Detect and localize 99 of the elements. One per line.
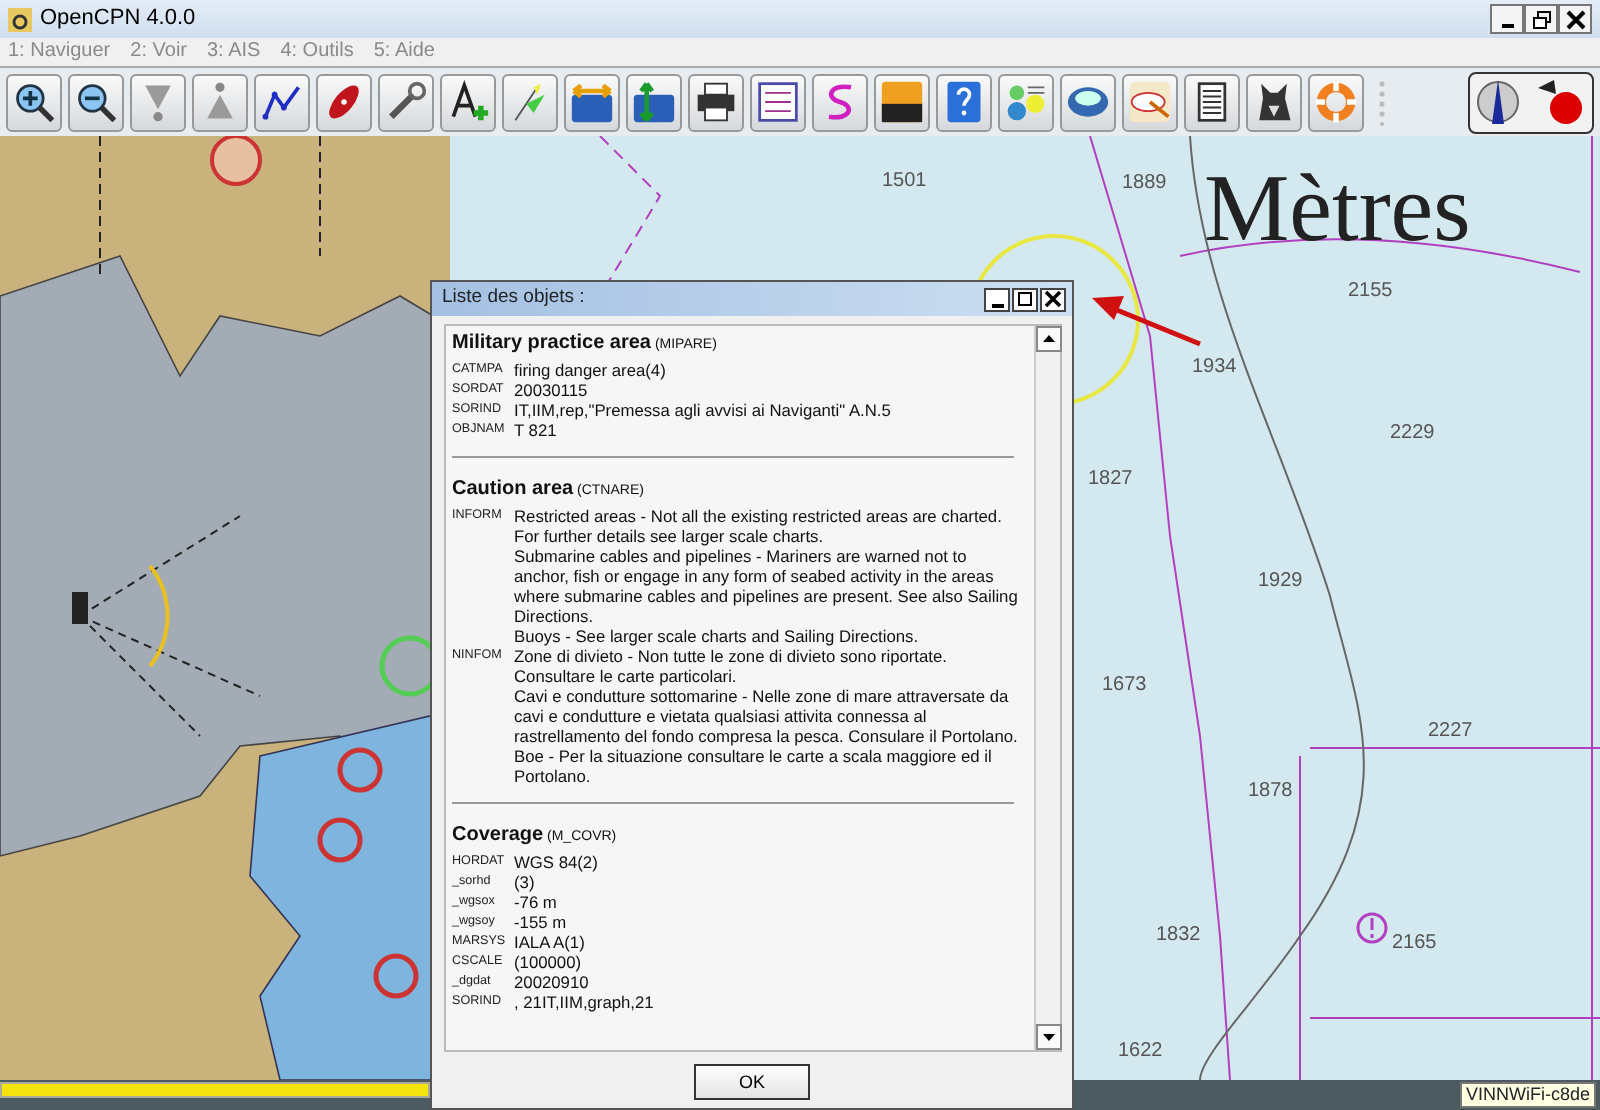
zoom-in-button[interactable] <box>6 73 62 131</box>
depth-sounding: 2229 <box>1390 422 1435 444</box>
buoy-mark <box>337 747 383 793</box>
checklist-icon <box>756 80 800 124</box>
help-button[interactable] <box>936 73 992 131</box>
depth-sounding: 1622 <box>1118 1040 1163 1062</box>
menu-item[interactable]: 4: Outils <box>280 40 354 64</box>
attribute-value: WGS 84(2) <box>514 852 600 872</box>
attribute-value: Submarine cables and pipelines - Mariners are warned not to anchor, fish or engage in any form of seabed activity in the areas where submarine cables and pipelines are present. See also Sailing Directions. <box>514 546 1020 626</box>
depth-sounding: 1827 <box>1088 468 1133 490</box>
close-button[interactable] <box>1558 4 1592 34</box>
depth-sounding: 2165 <box>1392 932 1437 954</box>
horizontal-arrows-icon <box>570 80 614 124</box>
dialog-title: Liste des objets : <box>442 284 585 313</box>
attribute-value: For further details see larger scale charts. <box>514 526 826 546</box>
attribute-value: Boe - Per la situazione consultare le carte a scala maggiore ed il Portolano. <box>514 746 994 786</box>
dials-icon <box>1004 80 1048 124</box>
horizontal-button[interactable] <box>564 73 620 131</box>
help-icon <box>942 80 986 124</box>
compass-icon <box>1476 76 1521 128</box>
maximize-icon <box>1016 290 1034 308</box>
gps-status-icon <box>1533 76 1586 128</box>
color-button[interactable] <box>874 73 930 131</box>
attribute-value: -155 m <box>514 912 569 932</box>
grip-icon <box>1376 78 1388 126</box>
attribute-value: T 821 <box>514 420 559 440</box>
dashboard-button[interactable] <box>1246 73 1302 131</box>
light-sector-arc <box>148 564 170 668</box>
attribute-value: Cavi e condutture sottomarine - Nelle zone di mare attraversate da cavi e condutture e vietata qualsiasi attivita connessa al rastrellamento del fondo compresa la pesca. Consulare il Portolano. <box>514 686 1020 746</box>
attribute-value: Restricted areas - Not all the existing restricted areas are charted. <box>514 506 1004 526</box>
minimize-icon <box>991 303 1003 307</box>
ok-button[interactable]: OK <box>694 1064 810 1100</box>
printer-icon <box>694 80 738 124</box>
restore-icon <box>1531 9 1551 29</box>
buoy-mark <box>373 953 419 999</box>
buoy-mark <box>317 817 363 863</box>
pointer-arrow <box>1092 296 1201 347</box>
track-button[interactable] <box>812 73 868 131</box>
magnifier-minus-icon <box>74 80 118 124</box>
vertical-arrows-icon <box>632 80 676 124</box>
text-plus-icon <box>446 80 490 124</box>
minimize-button[interactable] <box>984 287 1010 311</box>
minimize-button[interactable] <box>1490 4 1524 34</box>
attribute-value: IALA A(1) <box>514 932 587 952</box>
depth-sounding: 1878 <box>1248 780 1293 802</box>
attribute-value: IT,IIM,rep,"Premessa agli avvisi ai Naviganti" A.N.5 <box>514 400 893 420</box>
depth-sounding: 1832 <box>1156 924 1201 946</box>
list-button[interactable] <box>750 73 806 131</box>
log-button[interactable] <box>1184 73 1240 131</box>
attribute-value: Buoys - See larger scale charts and Sailing Directions. <box>514 626 921 646</box>
lifeboat-icon <box>1128 80 1172 124</box>
settings-button[interactable] <box>378 73 434 131</box>
app-icon <box>8 7 32 31</box>
depth-sounding: 2155 <box>1348 280 1393 302</box>
add-text-button[interactable] <box>440 73 496 131</box>
charts-button[interactable] <box>1060 73 1116 131</box>
depth-sounding: 1889 <box>1122 172 1167 194</box>
options-button[interactable] <box>998 73 1054 131</box>
tooltip: VINNWiFi-c8de <box>1459 1082 1596 1108</box>
buoy-mark <box>210 136 262 186</box>
close-icon <box>1044 290 1062 308</box>
menu-item[interactable]: 3: AIS <box>207 40 261 64</box>
route-button[interactable] <box>254 73 310 131</box>
depth-sounding: 1673 <box>1102 674 1147 696</box>
restore-button[interactable] <box>1524 4 1558 34</box>
menu-item[interactable]: 1: Naviguer <box>8 40 111 64</box>
depth-sounding: 1501 <box>882 170 927 192</box>
boat-button[interactable] <box>316 73 372 131</box>
depth-sounding: 1929 <box>1258 570 1303 592</box>
caution-symbol <box>1356 912 1388 944</box>
attribute-value: (100000) <box>514 952 584 972</box>
zoom-out-button[interactable] <box>68 73 124 131</box>
attribute-value: -76 m <box>514 892 559 912</box>
attribute-value: (3) <box>514 872 537 892</box>
depth-sounding: 1934 <box>1192 356 1237 378</box>
maximize-button[interactable] <box>1012 287 1038 311</box>
minimize-icon <box>1501 24 1513 28</box>
scrollbar[interactable] <box>1034 326 1060 1050</box>
window-title: OpenCPN 4.0.0 <box>40 4 196 35</box>
wrench-icon <box>384 80 428 124</box>
attribute-value: 20030115 <box>514 380 590 400</box>
attribute-value: , 21IT,IIM,graph,21 <box>514 992 656 1012</box>
attribute-value: Zone di divieto - Non tutte le zone di divieto sono riportate. <box>514 646 949 666</box>
units-label: Mètres <box>1204 156 1471 262</box>
menu-item[interactable]: 2: Voir <box>130 40 187 64</box>
attribute-value: 20020910 <box>514 972 591 992</box>
ais-button[interactable] <box>1122 73 1178 131</box>
print-button[interactable] <box>688 73 744 131</box>
close-button[interactable] <box>1040 287 1066 311</box>
lifebuoy-icon <box>1314 80 1358 124</box>
attribute-value: Consultare le carte particolari. <box>514 666 739 686</box>
vertical-button[interactable] <box>626 73 682 131</box>
menu-item[interactable]: 5: Aide <box>373 40 435 64</box>
close-icon <box>1565 9 1585 29</box>
sunset-icon <box>880 80 924 124</box>
lighthouse-mark <box>72 592 88 624</box>
attribute-value: firing danger area(4) <box>514 360 668 380</box>
depth-sounding: 2227 <box>1428 720 1473 742</box>
magnifier-plus-icon <box>12 80 56 124</box>
